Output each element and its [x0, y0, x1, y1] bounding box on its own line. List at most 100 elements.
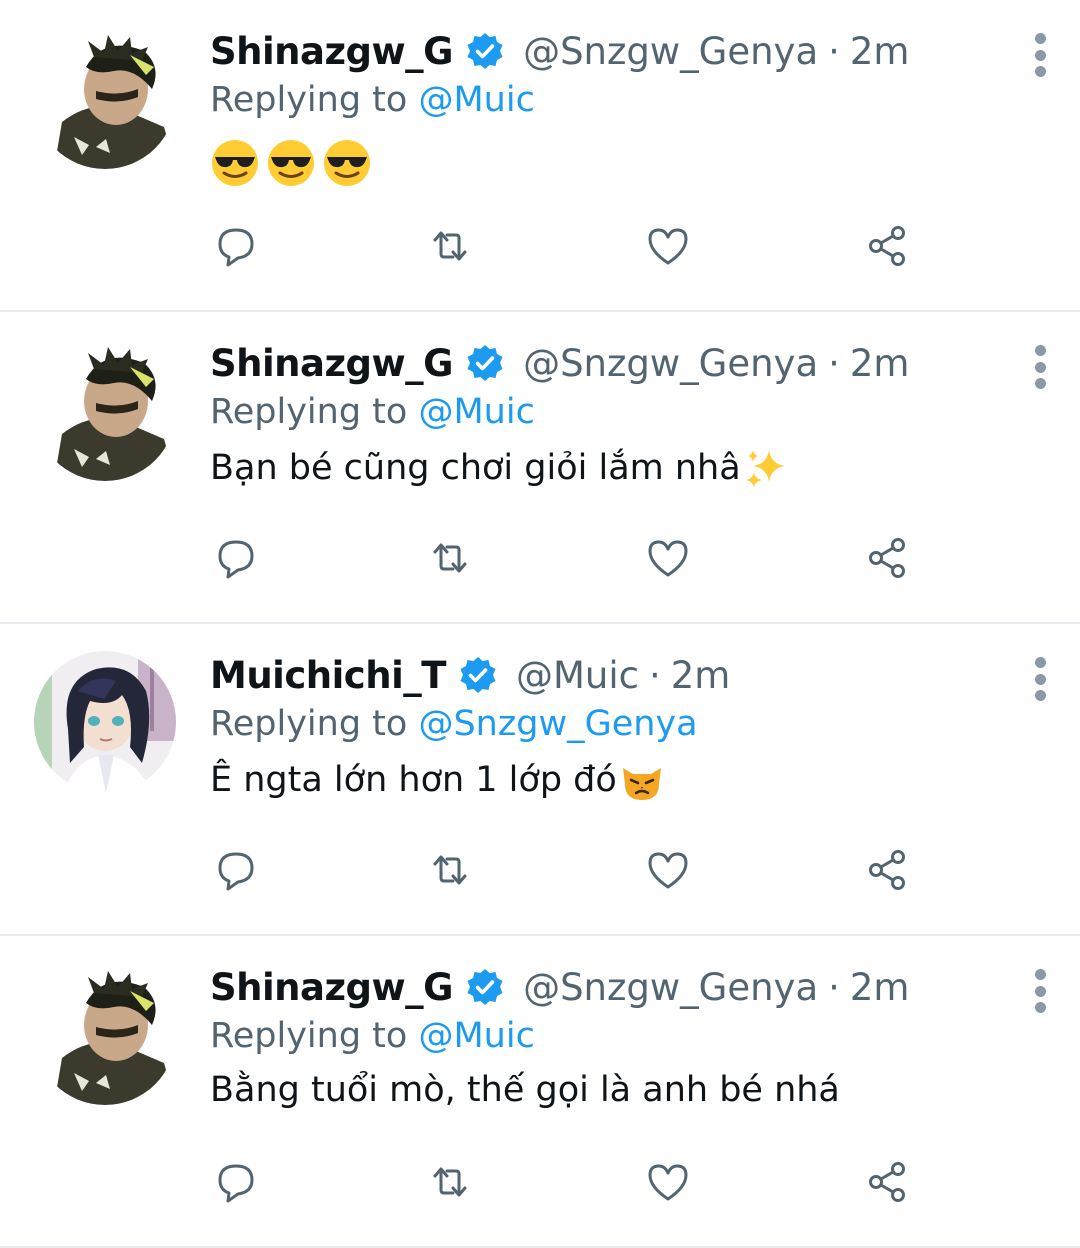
replying-prefix: Replying to	[210, 80, 408, 120]
verified-badge-icon	[460, 657, 496, 693]
like-button[interactable]	[642, 220, 694, 272]
retweet-icon	[433, 231, 467, 261]
retweet-icon	[433, 1167, 467, 1197]
user-handle[interactable]: @Muic	[516, 654, 639, 697]
tweet-text-content: Ê ngta lớn hơn 1 lớp đó	[210, 760, 617, 800]
share-icon	[869, 1162, 905, 1202]
tweet-actions	[210, 844, 930, 896]
tweet-header: Shinazgw_G @Snzgw_Genya · 2m	[210, 338, 960, 388]
tweet-feed: Shinazgw_G @Snzgw_Genya · 2m Replying to…	[0, 0, 1080, 1248]
muichiro-avatar-image	[34, 651, 176, 793]
display-name[interactable]: Shinazgw_G	[210, 30, 454, 73]
separator-dot: ·	[649, 653, 661, 697]
share-button[interactable]	[862, 1156, 914, 1208]
tweet-actions	[210, 1156, 930, 1208]
mention-link[interactable]: @Muic	[418, 392, 534, 432]
user-handle[interactable]: @Snzgw_Genya	[523, 30, 818, 73]
timestamp[interactable]: 2m	[850, 30, 910, 73]
sparkles-icon	[745, 450, 785, 488]
genya-avatar-image	[34, 27, 176, 169]
avatar[interactable]	[34, 963, 176, 1105]
replying-prefix: Replying to	[210, 392, 408, 432]
tweet-header: Shinazgw_G @Snzgw_Genya · 2m	[210, 962, 960, 1012]
replying-prefix: Replying to	[210, 704, 408, 744]
reply-button[interactable]	[210, 1156, 262, 1208]
tweet-text-content: Bạn bé cũng chơi giỏi lắm nhâ	[210, 448, 741, 488]
timestamp[interactable]: 2m	[850, 342, 910, 385]
mention-link[interactable]: @Muic	[418, 1016, 534, 1056]
more-vertical-icon[interactable]	[1030, 969, 1050, 1013]
avatar[interactable]	[34, 651, 176, 793]
more-vertical-icon[interactable]	[1030, 33, 1050, 77]
pouting-cat-icon	[622, 768, 661, 800]
retweet-button[interactable]	[424, 532, 476, 584]
replying-to: Replying to @Muic	[210, 1016, 535, 1056]
tweet-actions	[210, 532, 930, 584]
display-name[interactable]: Shinazgw_G	[210, 342, 454, 385]
share-button[interactable]	[862, 844, 914, 896]
share-button[interactable]	[862, 220, 914, 272]
timestamp[interactable]: 2m	[850, 966, 910, 1009]
separator-dot: ·	[828, 29, 840, 73]
reply-button[interactable]	[210, 844, 262, 896]
emoji-row	[210, 138, 372, 188]
like-button[interactable]	[642, 844, 694, 896]
tweet[interactable]: Shinazgw_G @Snzgw_Genya · 2m Replying to…	[0, 312, 1080, 624]
tweet[interactable]: Shinazgw_G @Snzgw_Genya · 2m Replying to…	[0, 0, 1080, 312]
tweet-text: Ê ngta lớn hơn 1 lớp đó	[210, 758, 665, 804]
smiling-face-with-sunglasses-icon	[212, 140, 258, 186]
retweet-button[interactable]	[424, 844, 476, 896]
reply-icon	[218, 228, 254, 267]
mention-link[interactable]: @Muic	[418, 80, 534, 120]
avatar[interactable]	[34, 339, 176, 481]
reply-icon	[218, 852, 254, 891]
tweet[interactable]: Shinazgw_G @Snzgw_Genya · 2m Replying to…	[0, 936, 1080, 1248]
tweet-header: Muichichi_T @Muic · 2m	[210, 650, 960, 700]
heart-icon	[648, 852, 688, 889]
separator-dot: ·	[828, 965, 840, 1009]
separator-dot: ·	[828, 341, 840, 385]
user-handle[interactable]: @Snzgw_Genya	[523, 966, 818, 1009]
reply-icon	[218, 1164, 254, 1203]
retweet-button[interactable]	[424, 220, 476, 272]
tweet[interactable]: Muichichi_T @Muic · 2m Replying to @Snzg…	[0, 624, 1080, 936]
user-handle[interactable]: @Snzgw_Genya	[523, 342, 818, 385]
share-button[interactable]	[862, 532, 914, 584]
replying-to: Replying to @Snzgw_Genya	[210, 704, 698, 744]
replying-to: Replying to @Muic	[210, 80, 535, 120]
share-icon	[869, 538, 905, 578]
heart-icon	[648, 540, 688, 577]
smiling-face-with-sunglasses-icon	[268, 140, 314, 186]
share-icon	[869, 226, 905, 266]
tweet-text-content: Bằng tuổi mò, thế gọi là anh bé nhá	[210, 1070, 840, 1110]
replying-prefix: Replying to	[210, 1016, 408, 1056]
share-icon	[869, 850, 905, 890]
display-name[interactable]: Shinazgw_G	[210, 966, 454, 1009]
smiling-face-with-sunglasses-icon	[324, 140, 370, 186]
verified-badge-icon	[467, 345, 503, 381]
like-button[interactable]	[642, 1156, 694, 1208]
tweet-header: Shinazgw_G @Snzgw_Genya · 2m	[210, 26, 960, 76]
tweet-actions	[210, 220, 930, 272]
genya-avatar-image	[34, 339, 176, 481]
heart-icon	[648, 228, 688, 265]
like-button[interactable]	[642, 532, 694, 584]
reply-icon	[218, 540, 254, 579]
timestamp[interactable]: 2m	[671, 654, 731, 697]
replying-to: Replying to @Muic	[210, 392, 535, 432]
retweet-button[interactable]	[424, 1156, 476, 1208]
display-name[interactable]: Muichichi_T	[210, 654, 447, 697]
retweet-icon	[433, 543, 467, 573]
genya-avatar-image	[34, 963, 176, 1105]
verified-badge-icon	[467, 969, 503, 1005]
heart-icon	[648, 1164, 688, 1201]
verified-badge-icon	[467, 33, 503, 69]
mention-link[interactable]: @Snzgw_Genya	[418, 704, 697, 744]
more-vertical-icon[interactable]	[1030, 345, 1050, 389]
tweet-text	[210, 134, 372, 188]
more-vertical-icon[interactable]	[1030, 657, 1050, 701]
reply-button[interactable]	[210, 220, 262, 272]
avatar[interactable]	[34, 27, 176, 169]
reply-button[interactable]	[210, 532, 262, 584]
retweet-icon	[433, 855, 467, 885]
